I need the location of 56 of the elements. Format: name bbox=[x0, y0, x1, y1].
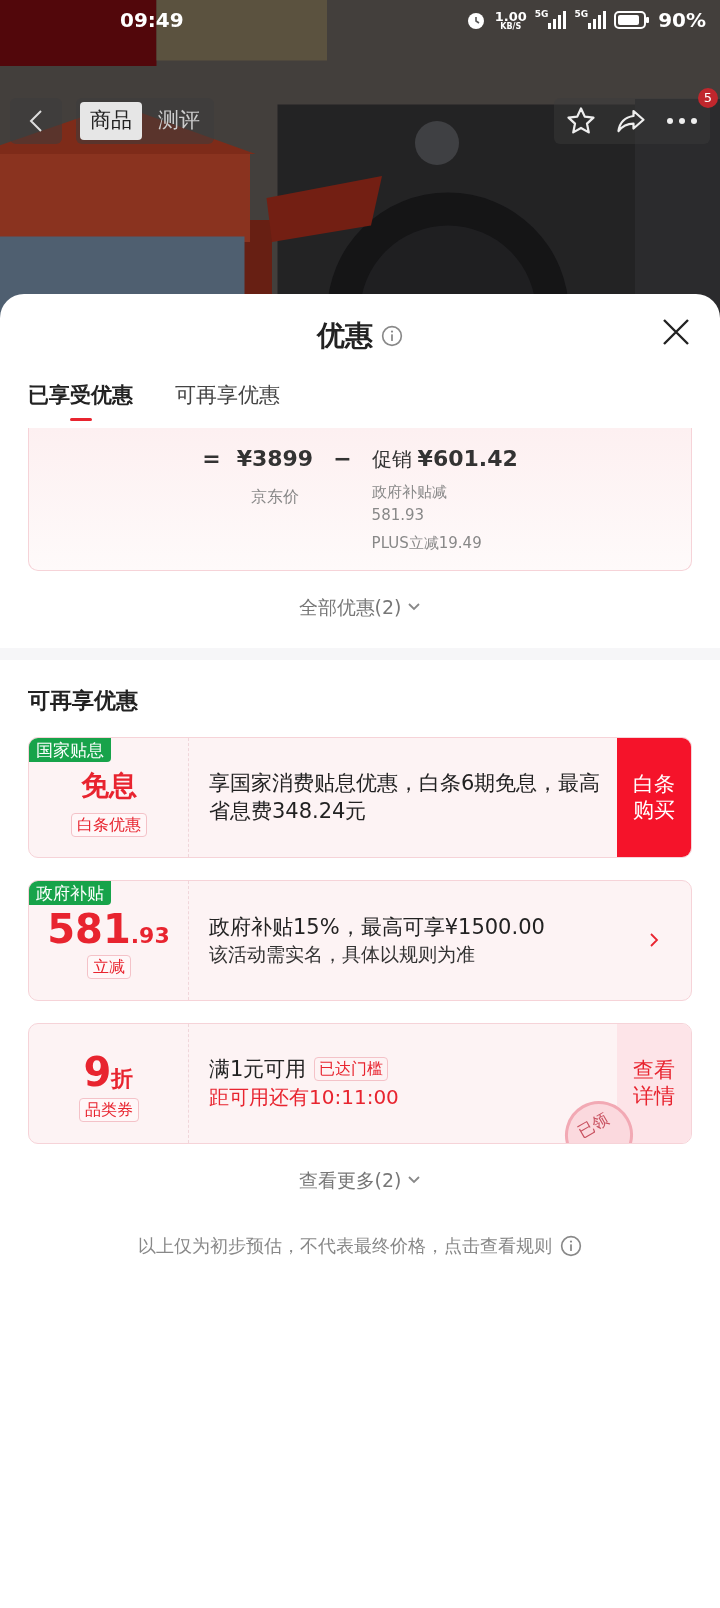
star-icon[interactable] bbox=[566, 106, 596, 136]
coupon-card[interactable]: 国家贴息 免息 白条优惠 享国家消费贴息优惠，白条6期免息，最高省息费348.24元 白条购买 bbox=[28, 736, 692, 858]
minus-sign: − bbox=[332, 445, 353, 473]
chevron-right-icon[interactable] bbox=[649, 932, 659, 948]
offer-tab[interactable]: 已享受优惠 bbox=[28, 378, 133, 414]
network-type: 5G bbox=[534, 10, 549, 19]
threshold-tag: 已达门槛 bbox=[314, 1057, 389, 1081]
coupon-card[interactable]: 政府补贴 581.93 立减 政府补贴15%，最高可享¥1500.00 该活动需实名，具体以规则为准 bbox=[28, 879, 692, 1001]
info-icon[interactable] bbox=[381, 325, 403, 347]
all-offers-toggle[interactable]: 全部优惠(2) bbox=[298, 593, 422, 622]
signal-icon bbox=[548, 10, 567, 30]
coupon-value: 免息 bbox=[80, 768, 137, 804]
discount-detail: PLUS立减19.49 bbox=[371, 533, 483, 554]
coupon-value: 581.93 bbox=[47, 909, 170, 949]
chevron-down-icon bbox=[407, 1174, 422, 1185]
speed-unit: KB/S bbox=[500, 22, 522, 31]
network-type: 5G bbox=[574, 10, 589, 19]
section-title: 可再享优惠 bbox=[27, 686, 139, 715]
price-label: 京东价 bbox=[250, 486, 299, 508]
coupon-description: 满1元可用 bbox=[209, 1055, 307, 1083]
coupon-value: 9折 bbox=[83, 1052, 134, 1092]
close-icon bbox=[662, 318, 690, 346]
status-time: 09:49 bbox=[120, 7, 184, 34]
coupon-note: 该活动需实名，具体以规则为准 bbox=[209, 941, 476, 967]
network-speed: 1.00 bbox=[494, 9, 527, 23]
equals-sign: = bbox=[202, 445, 221, 473]
more-icon[interactable] bbox=[666, 117, 698, 125]
promo-amount: ¥601.42 bbox=[417, 445, 518, 473]
rules-info-icon[interactable] bbox=[560, 1234, 582, 1257]
promo-label: 促销 bbox=[371, 446, 412, 473]
back-icon bbox=[29, 109, 43, 133]
coupon-note: 距可用还有10:11:00 bbox=[209, 1084, 400, 1112]
disclaimer-text: 以上仅为初步预估，不代表最终价格，点击查看规则 bbox=[138, 1234, 552, 1258]
offer-tab[interactable]: 可再享优惠 bbox=[175, 378, 280, 414]
coupon-card[interactable]: 9折 品类券 满1元可用 已达门槛 距可用还有10:11:00 查看详情 已领 bbox=[28, 1022, 692, 1144]
coupon-description: 政府补贴15%，最高可享¥1500.00 bbox=[209, 913, 545, 941]
battery-icon bbox=[614, 10, 651, 30]
back-button[interactable] bbox=[10, 98, 62, 144]
discount-detail: 政府补贴减 581.93 bbox=[371, 482, 448, 526]
coupon-type: 品类券 bbox=[78, 1098, 139, 1122]
tab-indicator bbox=[69, 418, 92, 421]
nav-tab[interactable]: 商品 bbox=[80, 102, 142, 140]
sheet-title: 优惠 bbox=[317, 318, 373, 354]
signal-icon bbox=[588, 10, 607, 30]
details-button[interactable]: 查看详情 bbox=[617, 1023, 691, 1143]
nav-tab[interactable]: 测评 bbox=[148, 102, 210, 140]
battery-percent: 90% bbox=[658, 7, 706, 34]
coupon-description: 享国家消费贴息优惠，白条6期免息，最高省息费348.24元 bbox=[209, 769, 602, 825]
coupon-type: 白条优惠 bbox=[70, 813, 147, 837]
chevron-down-icon bbox=[407, 602, 422, 613]
coupon-tag: 政府补贴 bbox=[29, 880, 111, 905]
see-more-toggle[interactable]: 查看更多(2) bbox=[298, 1165, 422, 1194]
jd-price: ¥3899 bbox=[236, 445, 314, 473]
coupon-type: 立减 bbox=[86, 955, 131, 979]
buy-button[interactable]: 白条购买 bbox=[617, 737, 691, 857]
coupon-tag: 国家贴息 bbox=[29, 737, 111, 762]
